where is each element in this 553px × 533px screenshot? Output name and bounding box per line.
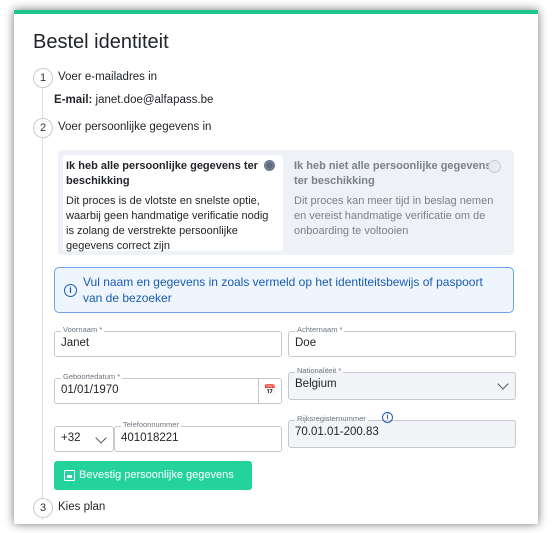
choice-not-all-data[interactable]: Ik heb niet alle persoonlijke gegevens t…: [291, 155, 507, 251]
page-title: Bestel identiteit: [33, 31, 169, 53]
info-alert-text: Vul naam en gegevens in zoals vermeld op…: [83, 275, 483, 305]
email-value: janet.doe@alfapass.be: [95, 94, 214, 106]
stepper-line: [42, 80, 43, 520]
last-name-value: Doe: [295, 337, 317, 349]
first-name-value: Janet: [61, 337, 90, 349]
step-2-label[interactable]: Voer persoonlijke gegevens in: [58, 121, 211, 133]
confirm-button-label: Bevestig persoonlijke gegevens: [79, 469, 234, 481]
nationality-value: Belgium: [295, 378, 337, 390]
info-icon[interactable]: i: [382, 412, 393, 423]
national-register-label: Rijksregisternummer: [295, 414, 368, 423]
phone-prefix-select[interactable]: +32: [54, 426, 114, 452]
step-2-number: 2: [33, 118, 53, 138]
step-1-number: 1: [33, 68, 53, 88]
choice-all-data-title: Ik heb alle persoonlijke gegevens ter be…: [66, 160, 258, 187]
order-identity-panel: Bestel identiteit 1 Voer e-mailadres in …: [14, 10, 538, 524]
step-1-label[interactable]: Voer e-mailadres in: [58, 71, 157, 83]
national-register-field[interactable]: Rijksregisternummer 70.01.01-200.83: [288, 414, 516, 448]
confirm-personal-data-button[interactable]: Bevestig persoonlijke gegevens: [54, 461, 252, 490]
step-3-number: 3: [33, 498, 53, 518]
email-summary: E-mail: janet.doe@alfapass.be: [54, 94, 213, 106]
phone-field[interactable]: Telefoonnummer 401018221: [114, 420, 282, 452]
step-3-label[interactable]: Kies plan: [58, 501, 105, 513]
first-name-field[interactable]: Voornaam * Janet: [54, 325, 282, 357]
save-icon: [64, 470, 75, 481]
choice-not-all-data-title: Ik heb niet alle persoonlijke gegevens t…: [294, 160, 492, 187]
phone-label: Telefoonnummer: [121, 420, 181, 429]
chevron-down-icon: [95, 432, 107, 444]
radio-unselected-icon[interactable]: [488, 160, 501, 173]
last-name-field[interactable]: Achternaam * Doe: [288, 325, 516, 357]
chevron-down-icon: [497, 378, 509, 390]
national-register-value: 70.01.01-200.83: [295, 426, 379, 438]
last-name-label: Achternaam *: [295, 325, 345, 334]
phone-value: 401018221: [121, 432, 179, 444]
info-icon: i: [64, 284, 77, 297]
first-name-label: Voornaam *: [61, 325, 105, 334]
birth-date-value: 01/01/1970: [61, 384, 119, 396]
choice-all-data[interactable]: Ik heb alle persoonlijke gegevens ter be…: [63, 155, 283, 252]
birth-date-label: Geboortedatum *: [61, 372, 123, 381]
info-alert: i Vul naam en gegevens in zoals vermeld …: [54, 267, 514, 313]
birth-date-field[interactable]: Geboortedatum * 01/01/1970 📅: [54, 372, 282, 404]
radio-selected-icon[interactable]: [264, 160, 275, 171]
nationality-label: Nationaliteit *: [295, 366, 344, 375]
nationality-select[interactable]: Nationaliteit * Belgium: [288, 366, 516, 400]
choice-not-all-data-description: Dit proces kan meer tijd in beslag nemen…: [294, 195, 494, 237]
email-label: E-mail:: [54, 94, 93, 106]
data-availability-choice: Ik heb alle persoonlijke gegevens ter be…: [58, 150, 514, 255]
choice-all-data-description: Dit proces is de vlotste en snelste opti…: [66, 195, 269, 252]
calendar-icon[interactable]: 📅: [258, 379, 281, 403]
phone-prefix-value: +32: [61, 432, 81, 444]
